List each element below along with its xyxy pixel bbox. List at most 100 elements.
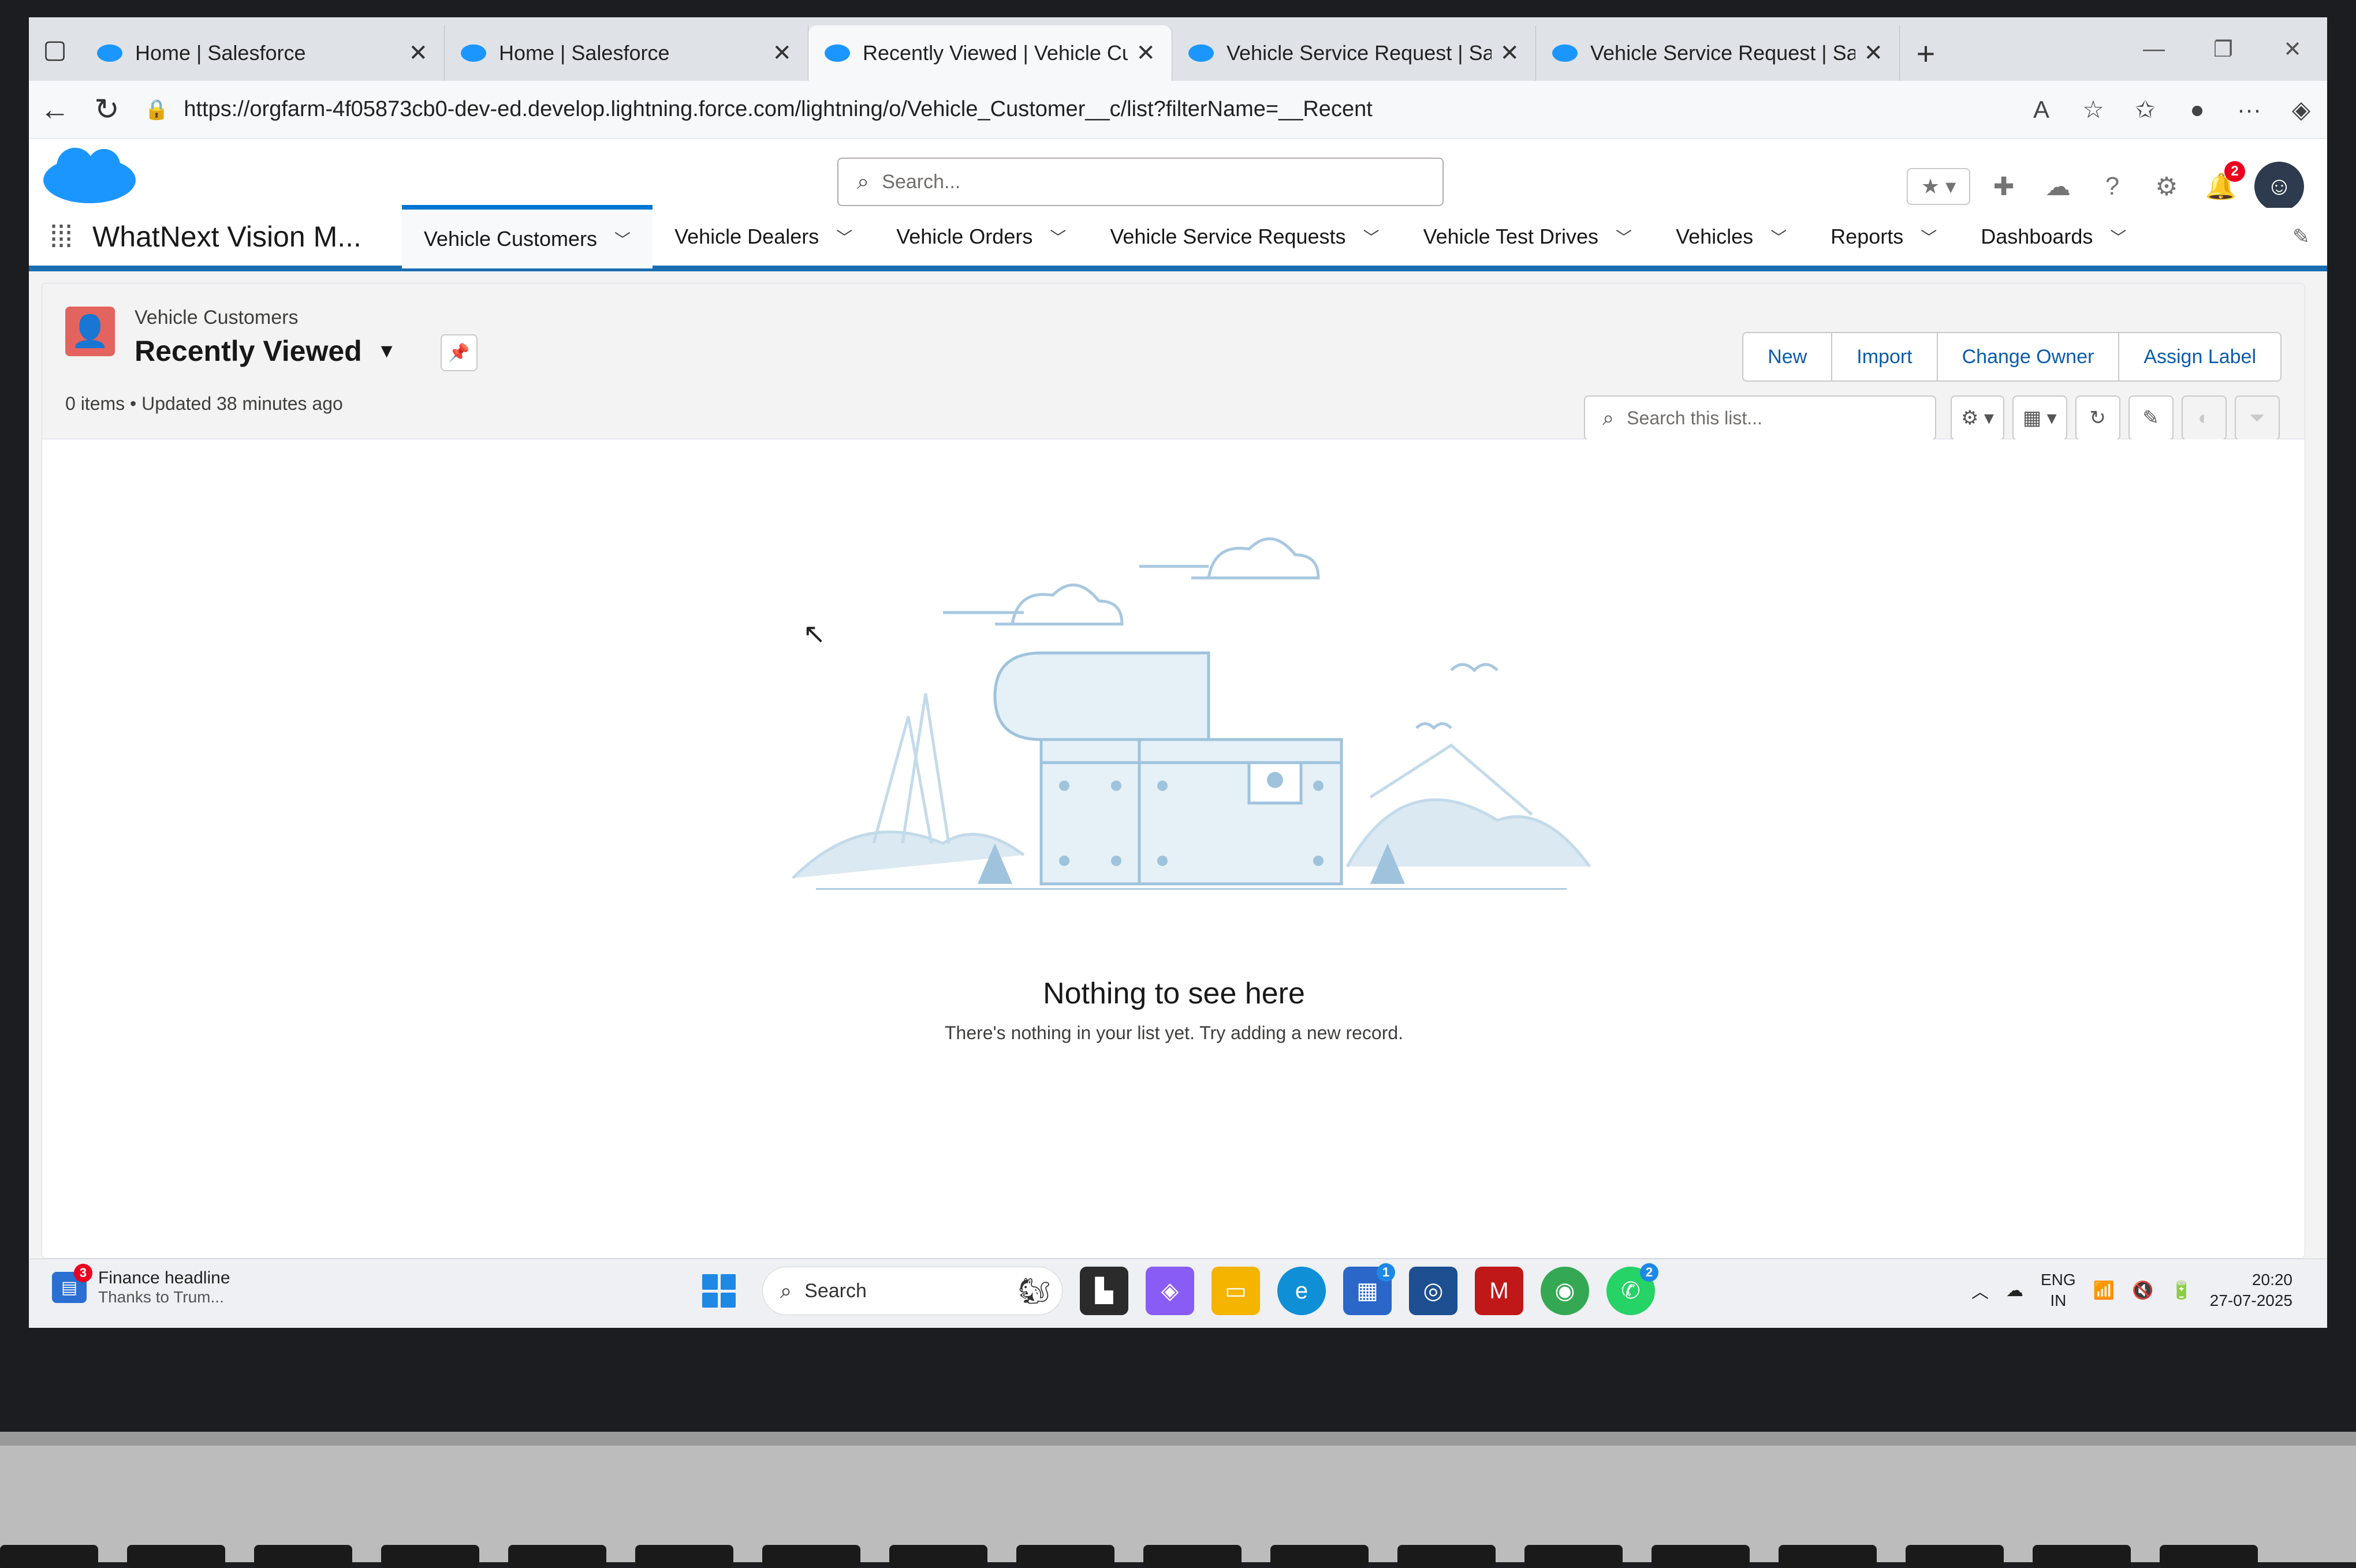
change-owner-button[interactable]: Change Owner	[1936, 332, 2120, 382]
browser-tab-active[interactable]: Recently Viewed | Vehicle Custom ✕	[808, 25, 1172, 81]
microsoft-store-icon[interactable]: ▦ 1	[1343, 1263, 1395, 1315]
browser-tab-bar: ▢ Home | Salesforce ✕ Home | Salesforce …	[29, 17, 2327, 81]
wifi-icon[interactable]: 📶	[2093, 1280, 2115, 1301]
new-tab-button[interactable]: +	[1900, 25, 1952, 81]
search-icon: ⌕	[1602, 405, 1615, 430]
restore-icon[interactable]: ❐	[2189, 36, 2258, 62]
list-search-input[interactable]: ⌕ Search this list...	[1584, 395, 1936, 440]
browser-tab[interactable]: Vehicle Service Request | Salesfor ✕	[1536, 25, 1900, 81]
display-as-table-icon[interactable]: ▦ ▾	[2012, 395, 2067, 440]
keyboard-key	[1652, 1545, 1750, 1568]
assign-label-button[interactable]: Assign Label	[2118, 332, 2282, 382]
clock[interactable]: 20:20 27-07-2025	[2210, 1270, 2292, 1311]
setup-gear-icon[interactable]: ⚙	[2146, 166, 2187, 207]
tab-title: Home | Salesforce	[135, 41, 306, 65]
app-navigation-bar: ⁞⁞⁞ WhatNext Vision M... Vehicle Custome…	[29, 205, 2327, 271]
new-button[interactable]: New	[1742, 332, 1833, 382]
tab-title: Vehicle Service Request | Salesfor	[1227, 41, 1492, 65]
inline-edit-pencil-icon[interactable]: ✎	[2128, 395, 2174, 440]
tab-actions-icon[interactable]: ▢	[29, 17, 81, 81]
browser-tab[interactable]: Vehicle Service Request | Salesfor ✕	[1172, 25, 1536, 81]
browser-tab[interactable]: Home | Salesforce ✕	[81, 25, 445, 81]
nav-item-label: Vehicle Service Requests	[1110, 225, 1346, 248]
reload-icon[interactable]: ↻	[81, 92, 133, 127]
whatsapp-icon[interactable]: ✆ 2	[1606, 1263, 1658, 1315]
nav-item-vehicles[interactable]: Vehicles ﹀	[1654, 205, 1809, 268]
chevron-down-icon[interactable]: ﹀	[836, 225, 852, 248]
salesforce-favicon-icon	[1552, 44, 1578, 62]
chevron-down-icon[interactable]: ﹀	[1050, 225, 1066, 248]
charts-icon[interactable]: ◐	[2181, 395, 2227, 440]
system-tray: ︿ ☁ ENG IN 📶 🔇 🔋 20:20 27-07-2025	[1971, 1270, 2292, 1311]
nav-item-vehicle-customers[interactable]: Vehicle Customers ﹀	[401, 205, 653, 268]
volume-muted-icon[interactable]: 🔇	[2132, 1280, 2153, 1301]
nav-item-reports[interactable]: Reports ﹀	[1809, 205, 1959, 268]
taskbar-search[interactable]: ⌕ Search 🐿	[762, 1267, 1063, 1315]
edit-nav-pencil-icon[interactable]: ✎	[2292, 225, 2310, 249]
onedrive-icon[interactable]: ☁	[2006, 1280, 2023, 1301]
favorites-button[interactable]: ★ ▾	[1907, 168, 1970, 205]
salesforce-global-header: ⌕ Search... ★ ▾ ✚ ☁ ? ⚙ 🔔 2 ☺	[29, 139, 2327, 211]
close-tab-icon[interactable]: ✕	[1500, 40, 1519, 66]
browser-tab[interactable]: Home | Salesforce ✕	[445, 25, 808, 81]
nav-item-vehicle-test-drives[interactable]: Vehicle Test Drives ﹀	[1401, 205, 1654, 268]
nav-item-vehicle-orders[interactable]: Vehicle Orders ﹀	[874, 205, 1088, 268]
import-button[interactable]: Import	[1831, 332, 1938, 382]
favorites-list-icon[interactable]: ✩	[2119, 95, 2171, 124]
mcafee-icon[interactable]: M	[1475, 1267, 1523, 1315]
salesforce-logo-icon[interactable]	[40, 144, 139, 208]
windows-taskbar: ▤ 3 Finance headline Thanks to Trum... ⌕…	[29, 1259, 2327, 1328]
help-icon[interactable]: ?	[2092, 166, 2133, 207]
pin-icon[interactable]: 📌	[441, 334, 478, 371]
edge-browser-icon[interactable]: e	[1277, 1267, 1326, 1315]
address-bar-row: ← ↻ 🔒 https://orgfarm-4f05873cb0-dev-ed.…	[29, 81, 2327, 139]
news-widget[interactable]: ▤ 3 Finance headline Thanks to Trum...	[52, 1264, 230, 1306]
trailhead-guidance-icon[interactable]: ☁	[2037, 166, 2079, 207]
read-aloud-icon[interactable]: A	[2015, 96, 2067, 124]
close-tab-icon[interactable]: ✕	[1136, 40, 1155, 66]
salesforce-favicon-icon	[461, 44, 486, 62]
global-actions-plus-icon[interactable]: ✚	[1983, 166, 2025, 207]
nav-item-vehicle-dealers[interactable]: Vehicle Dealers ﹀	[653, 205, 874, 268]
user-avatar[interactable]: ☺	[2254, 162, 2304, 211]
minimize-icon[interactable]: —	[2119, 37, 2189, 62]
nav-item-vehicle-service-requests[interactable]: Vehicle Service Requests ﹀	[1088, 205, 1401, 268]
chrome-icon[interactable]: ◉	[1541, 1267, 1589, 1315]
favorite-star-icon[interactable]: ☆	[2067, 95, 2119, 124]
site-info-lock-icon[interactable]: 🔒	[144, 98, 169, 121]
caret-down-icon[interactable]: ▼	[377, 340, 397, 363]
refresh-icon[interactable]: ↻	[2075, 395, 2120, 440]
app-launcher-icon[interactable]: ⁞⁞⁞	[29, 219, 92, 255]
chevron-down-icon[interactable]: ﹀	[1363, 225, 1380, 248]
chevron-down-icon[interactable]: ﹀	[2110, 225, 2126, 248]
chevron-down-icon[interactable]: ﹀	[1921, 225, 1937, 248]
more-menu-icon[interactable]: ···	[2223, 96, 2275, 124]
battery-icon[interactable]: 🔋	[2171, 1280, 2192, 1301]
profile-icon[interactable]: ●	[2171, 96, 2223, 124]
close-tab-icon[interactable]: ✕	[772, 40, 792, 66]
back-arrow-icon[interactable]: ←	[29, 92, 81, 127]
close-tab-icon[interactable]: ✕	[408, 40, 428, 66]
url-field[interactable]: 🔒 https://orgfarm-4f05873cb0-dev-ed.deve…	[133, 89, 2015, 130]
close-tab-icon[interactable]: ✕	[1863, 40, 1883, 66]
close-window-icon[interactable]: ✕	[2258, 36, 2327, 62]
task-view-icon[interactable]: ▙	[1080, 1267, 1128, 1315]
global-search-input[interactable]: ⌕ Search...	[837, 158, 1444, 206]
windows-start-icon[interactable]	[693, 1265, 745, 1317]
nav-item-dashboards[interactable]: Dashboards ﹀	[1959, 205, 2148, 268]
list-settings-gear-icon[interactable]: ⚙ ▾	[1951, 395, 2004, 440]
dell-app-icon[interactable]: ◎	[1409, 1267, 1457, 1315]
keyboard-key	[2033, 1545, 2131, 1568]
notifications-bell-icon[interactable]: 🔔 2	[2200, 161, 2245, 207]
chevron-down-icon[interactable]: ﹀	[1770, 225, 1787, 248]
copilot-icon[interactable]: ◈	[2275, 95, 2327, 124]
chevron-down-icon[interactable]: ﹀	[614, 227, 631, 251]
language-indicator[interactable]: ENG IN	[2041, 1270, 2076, 1311]
show-hidden-icons-chevron-icon[interactable]: ︿	[1971, 1278, 1989, 1303]
file-explorer-icon[interactable]: ▭	[1211, 1267, 1260, 1315]
chevron-down-icon[interactable]: ﹀	[1616, 225, 1632, 248]
list-view-picker[interactable]: Recently Viewed ▼	[135, 334, 396, 368]
copilot-app-icon[interactable]: ◈	[1146, 1267, 1194, 1315]
contact-object-icon: 👤	[65, 307, 115, 356]
filter-icon[interactable]: ⏷	[2234, 395, 2280, 440]
